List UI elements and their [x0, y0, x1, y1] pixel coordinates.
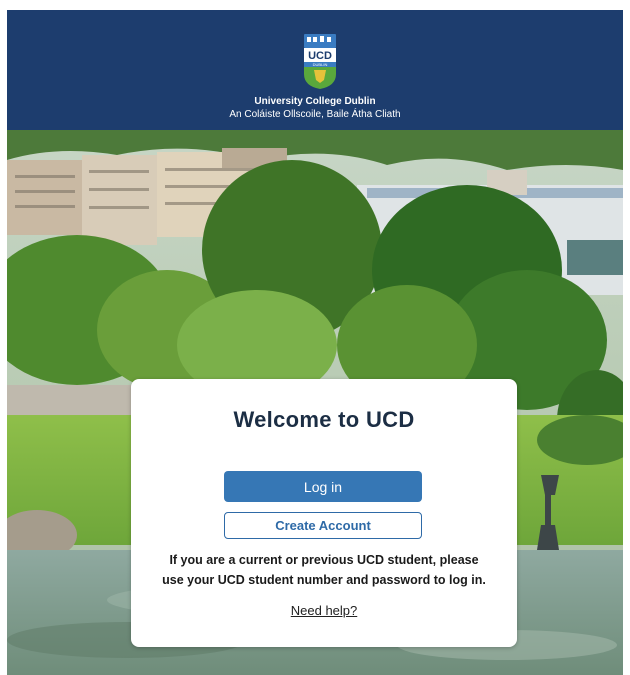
- login-instructions-line-1: If you are a current or previous UCD stu…: [169, 553, 479, 567]
- ucd-crest-icon: UCD DUBLIN: [304, 34, 336, 89]
- card-title: Welcome to UCD: [233, 407, 415, 432]
- site-header: UCD DUBLIN University College Dublin An …: [7, 10, 623, 130]
- create-account-button[interactable]: Create Account: [224, 512, 422, 539]
- svg-text:UCD: UCD: [308, 50, 332, 62]
- login-card: Welcome to UCD Log in Create Account If …: [131, 379, 517, 647]
- svg-text:DUBLIN: DUBLIN: [313, 62, 328, 67]
- page-frame: UCD DUBLIN University College Dublin An …: [7, 10, 623, 675]
- login-instructions: If you are a current or previous UCD stu…: [141, 550, 507, 590]
- log-in-button[interactable]: Log in: [224, 471, 422, 502]
- need-help-link[interactable]: Need help?: [131, 603, 517, 618]
- university-name-irish: An Coláiste Ollscoile, Baile Átha Cliath: [229, 109, 401, 120]
- university-name: University College Dublin: [254, 96, 376, 107]
- login-instructions-line-2: use your UCD student number and password…: [162, 573, 486, 587]
